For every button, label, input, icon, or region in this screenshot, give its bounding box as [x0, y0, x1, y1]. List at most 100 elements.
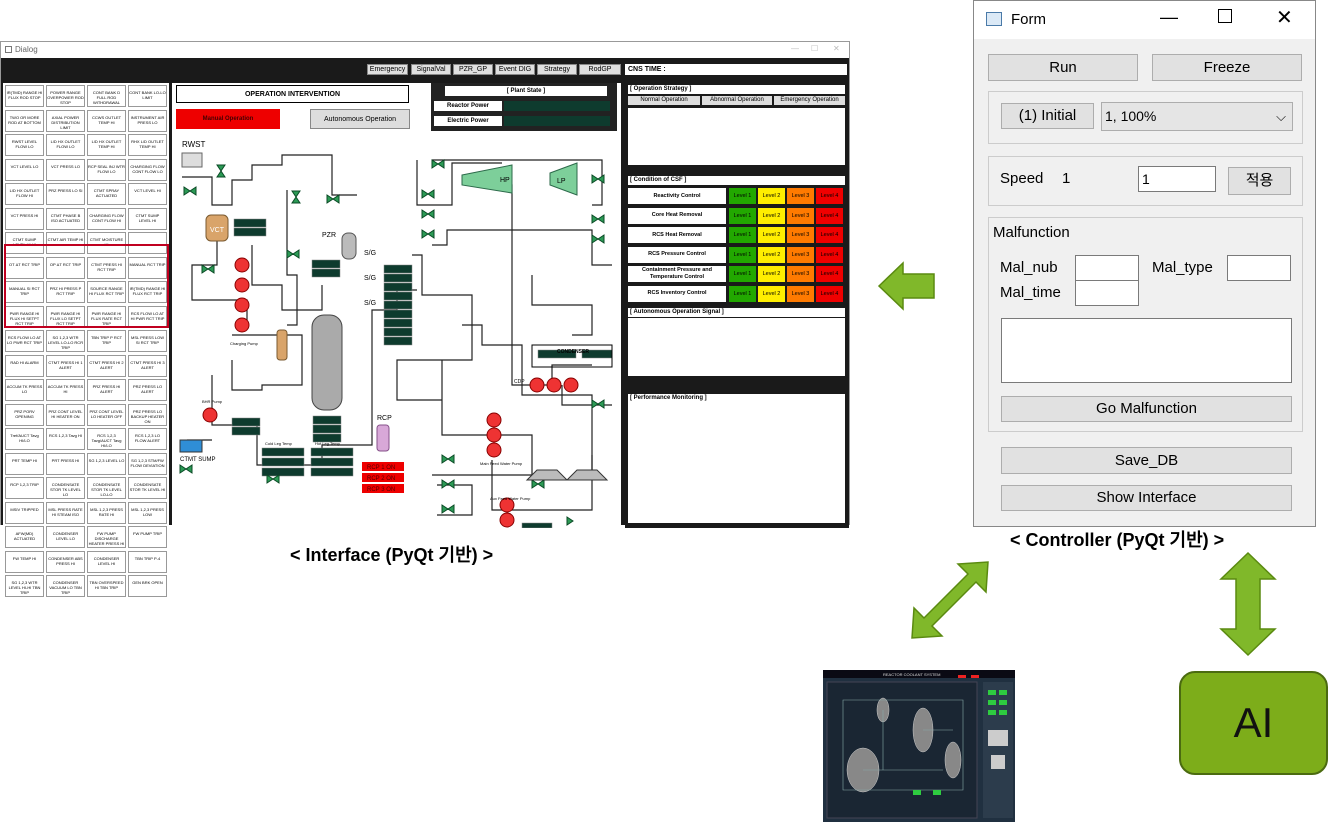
electric-power-value — [504, 116, 610, 126]
csf-level-button[interactable]: Level 1 — [729, 207, 756, 224]
csf-level-button[interactable]: Level 3 — [787, 266, 814, 282]
csf-level-button[interactable]: Level 1 — [729, 246, 756, 263]
manual-operation-button[interactable]: Manual Operation — [176, 109, 280, 129]
rcp-pump: RCP — [376, 415, 392, 452]
csf-level-button[interactable]: Level 3 — [787, 285, 814, 302]
csf-level-button[interactable]: Level 2 — [758, 207, 785, 224]
alarm-tile: RCS FLOW LO AT LO PWR RCT TRIP — [5, 330, 44, 352]
window-icon — [5, 46, 12, 53]
csf-level-button[interactable]: Level 4 — [816, 246, 843, 263]
alarm-tile: MSL 1,2,3 PRESS LOW — [128, 501, 167, 524]
csf-level-button[interactable]: Level 3 — [787, 246, 814, 263]
alarm-tile: MSL PRESS RATE HI STEAM ISO — [46, 501, 85, 524]
rcp-label: RCP — [377, 415, 392, 422]
autonomous-operation-button[interactable]: Autonomous Operation — [310, 109, 410, 129]
go-malfunction-button[interactable]: Go Malfunction — [1001, 396, 1292, 422]
save-db-button[interactable]: Save_DB — [1001, 447, 1292, 474]
alarm-panel: IR(TMD) RANGE HI FLUX ROD STOP POWER RANG… — [3, 83, 169, 597]
csf-level-button[interactable]: Level 1 — [729, 266, 756, 282]
alarm-tile: RHX L/D OUTLET TEMP HI — [128, 134, 167, 156]
normal-operation-button[interactable]: Normal Operation — [628, 96, 700, 105]
speed-value: 1 — [1062, 170, 1071, 187]
alarm-tile: SG 1,2,3 WTR LEVEL HI-HI TBN TRIP — [5, 575, 44, 597]
condenser-label: CONDENSER — [557, 349, 589, 355]
show-interface-button[interactable]: Show Interface — [1001, 485, 1292, 511]
autonomous-signal-box — [628, 318, 845, 376]
apply-button[interactable]: 적용 — [1228, 167, 1291, 195]
rodgp-button[interactable]: RodGP — [579, 64, 621, 75]
csf-level-button[interactable]: Level 1 — [729, 227, 756, 243]
dialog-titlebar: Dialog — ☐ ✕ — [1, 42, 849, 58]
csf-level-button[interactable]: Level 1 — [729, 188, 756, 204]
alarm-tile: ACCUM TK PRESS LO — [5, 379, 44, 401]
minimize-icon[interactable]: — — [791, 44, 799, 53]
alarm-tile: MSL PRESS LOW SI RCT TRIP — [128, 330, 167, 352]
csf-level-button[interactable]: Level 2 — [758, 285, 785, 302]
alarm-tile: FW TEMP HI — [5, 550, 44, 573]
emergency-operation-button[interactable]: Emergency Operation — [774, 96, 845, 105]
strategy-button[interactable]: Strategy — [537, 64, 577, 75]
mal-time-label: Mal_time — [1000, 284, 1061, 301]
diagonal-double-arrow-icon — [911, 561, 989, 639]
operation-intervention-title: OPERATION INTERVENTION — [176, 85, 409, 103]
csf-level-button[interactable]: Level 2 — [758, 246, 785, 263]
pzr-gp-button[interactable]: PZR_GP — [453, 64, 493, 75]
alarm-tile: VCT LEVEL LO — [5, 158, 44, 181]
csf-level-button[interactable]: Level 4 — [816, 266, 843, 282]
alarm-tile: VCT PRESS LO — [46, 158, 85, 181]
initial-select[interactable]: 1, 100% ⌵ — [1101, 102, 1293, 131]
mal-type-input[interactable] — [1227, 255, 1291, 281]
alarm-tile: CONDENSER ABS PRESS HI — [46, 550, 85, 573]
malfunction-textarea[interactable] — [1001, 318, 1292, 383]
maximize-icon[interactable]: ☐ — [811, 44, 818, 53]
mal-nub-input[interactable] — [1075, 255, 1139, 281]
alarm-tile: CTMT PRESS HI 2 ALERT — [87, 354, 126, 377]
alarm-tile: RCS 1,2,3 Tavg HI — [46, 428, 85, 450]
csf-level-button[interactable]: Level 2 — [758, 227, 785, 243]
minimize-icon[interactable]: — — [1160, 7, 1178, 28]
strategy-output-box — [628, 108, 845, 165]
run-button[interactable]: Run — [988, 54, 1138, 81]
csf-level-button[interactable]: Level 1 — [729, 285, 756, 302]
maximize-icon[interactable] — [1218, 9, 1232, 23]
freeze-button[interactable]: Freeze — [1152, 54, 1302, 81]
csf-level-button[interactable]: Level 4 — [816, 227, 843, 243]
rcp3-status: RCP 3 ON — [367, 487, 395, 493]
alarm-tile: Tref/AUCT Tavg HI/LO — [5, 428, 44, 450]
alarm-tile: GEN BRK OPEN — [128, 575, 167, 597]
csf-level-button[interactable]: Level 2 — [758, 188, 785, 204]
signalval-button[interactable]: SignalVal — [411, 64, 451, 75]
alarm-tile: VCT LEVEL HI — [128, 183, 167, 205]
abnormal-operation-button[interactable]: Abnormal Operation — [702, 96, 772, 105]
aux-fw-pump-label: Aux Feed Water Pump — [490, 496, 531, 501]
alarm-tile: CONDENSATE STOR TK LEVEL LO — [46, 477, 85, 499]
mal-time-input[interactable] — [1075, 280, 1139, 306]
charging-pump-label: Charging Pump — [230, 341, 259, 346]
csf-level-button[interactable]: Level 4 — [816, 285, 843, 302]
lp-label: LP — [557, 178, 566, 185]
boric-tank — [276, 329, 288, 361]
dialog-content: Emergency SignalVal PZR_GP Event DIG Str… — [1, 58, 849, 597]
vertical-double-arrow-icon — [1219, 551, 1277, 657]
sg-label: S/G — [364, 300, 376, 307]
alarm-tile: RCS 1,2,3 LO FLOW ALERT — [128, 428, 167, 450]
emergency-button[interactable]: Emergency — [367, 64, 408, 75]
csf-level-button[interactable]: Level 3 — [787, 207, 814, 224]
alarm-tile: CONDENSATE STOR TK LEVEL LO-LO — [87, 477, 126, 499]
alarm-tile: PRZ PRESS LO BACKUP HEATER ON — [128, 403, 167, 426]
csf-level-button[interactable]: Level 3 — [787, 227, 814, 243]
csf-level-button[interactable]: Level 2 — [758, 266, 785, 282]
event-dig-button[interactable]: Event DIG — [495, 64, 535, 75]
controller-caption: < Controller (PyQt 기반) > — [1010, 530, 1225, 550]
close-icon[interactable]: ✕ — [833, 44, 840, 53]
initial-button[interactable]: (1) Initial — [1001, 103, 1094, 129]
alarm-tile: RCP 1,2,3 TRIP — [5, 477, 44, 499]
csf-level-button[interactable]: Level 4 — [816, 188, 843, 204]
close-icon[interactable]: ✕ — [1276, 5, 1293, 30]
speed-input[interactable]: 1 — [1138, 166, 1216, 192]
csf-level-button[interactable]: Level 3 — [787, 188, 814, 204]
vct-tank: VCT — [205, 214, 229, 242]
csf-level-button[interactable]: Level 4 — [816, 207, 843, 224]
operation-strategy-title: [ Operation Strategy ] — [628, 85, 845, 94]
controller-window: Form — ✕ Run Freeze (1) Initial 1, 100% … — [973, 0, 1316, 527]
